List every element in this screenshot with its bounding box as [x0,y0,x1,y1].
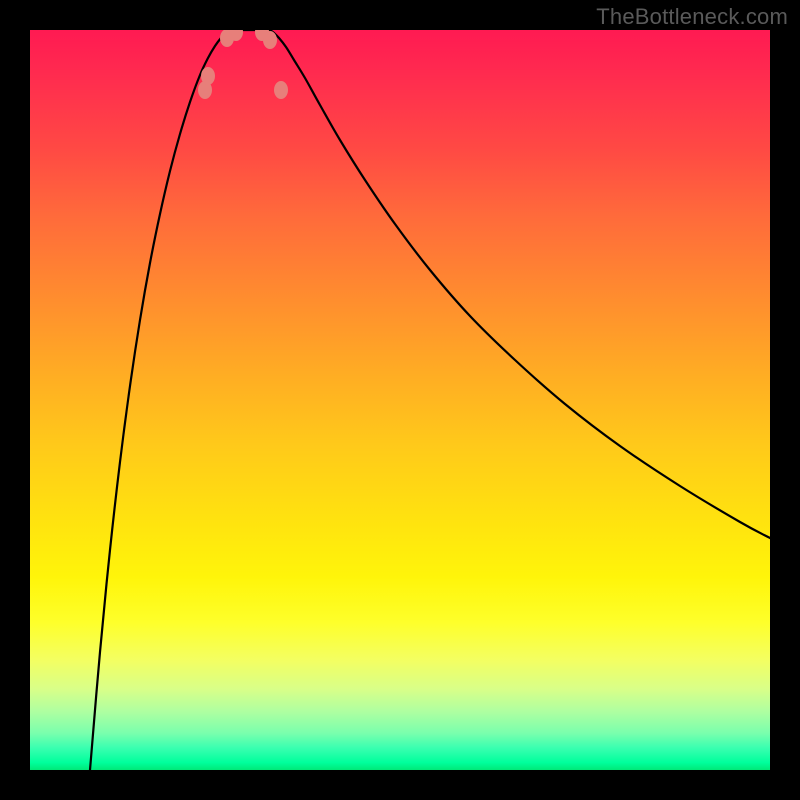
chart-frame: TheBottleneck.com [0,0,800,800]
plot-area [30,30,770,770]
marker-dot [263,31,277,49]
marker-dot [201,67,215,85]
curve-layer [30,30,770,770]
bottleneck-curve [90,30,770,770]
marker-dot [274,81,288,99]
watermark-text: TheBottleneck.com [596,4,788,30]
valley-markers [198,30,288,99]
